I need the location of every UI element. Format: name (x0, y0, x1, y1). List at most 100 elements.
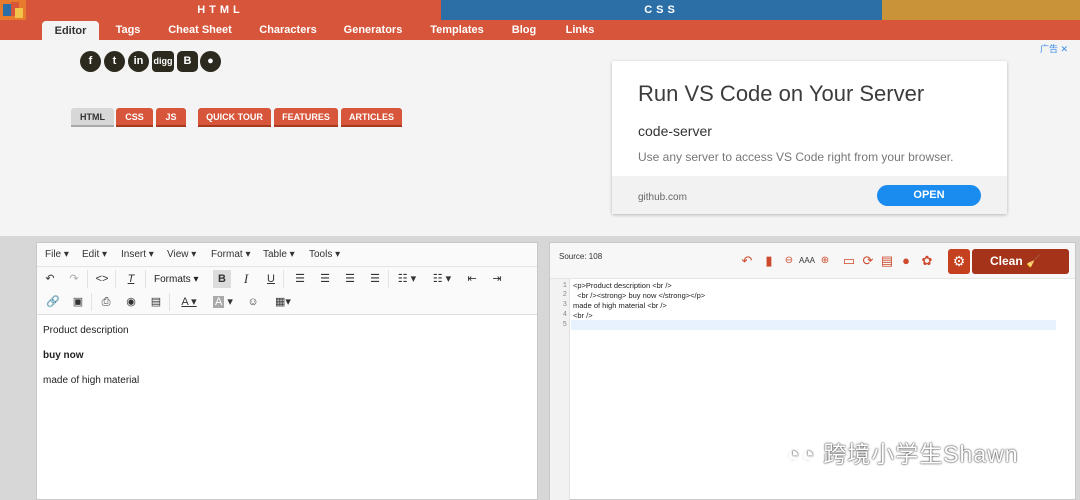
line-number: 1 (562, 282, 567, 290)
media-icon[interactable]: ▤ (147, 293, 165, 311)
code-line[interactable]: <br /> (573, 311, 593, 320)
menu-view[interactable]: View ▾ (167, 249, 196, 260)
outdent-icon[interactable]: ⇤ (463, 270, 481, 288)
print-icon[interactable]: ⎙ (97, 293, 115, 311)
compress-icon[interactable]: ▭ (842, 253, 856, 269)
align-right-icon[interactable]: ☰ (341, 270, 359, 288)
subtab-html[interactable]: HTML (71, 108, 114, 127)
line-number: 3 (562, 301, 567, 309)
subtab-features[interactable]: FEATURES (274, 108, 338, 127)
plus-icon[interactable]: ⊕ (818, 253, 832, 269)
divider (388, 270, 389, 288)
top-language-bar: HTML CSS (0, 0, 1080, 20)
ad-subtitle: code-server (638, 123, 712, 139)
clean-button[interactable]: Clean 🧹 (972, 249, 1069, 274)
redo-icon[interactable]: ↷ (65, 270, 83, 288)
ad-choices-label[interactable]: 广告 ✕ (1040, 42, 1068, 55)
divider (115, 270, 116, 288)
twitter-icon[interactable]: t (104, 51, 125, 72)
nav-characters[interactable]: Characters (254, 20, 322, 40)
new-document-icon[interactable]: ▮ (762, 253, 776, 269)
broom-icon: 🧹 (1026, 254, 1041, 268)
menu-format[interactable]: Format ▾ (211, 249, 250, 260)
nav-links[interactable]: Links (560, 20, 600, 40)
nav-cheat-sheet[interactable]: Cheat Sheet (162, 20, 238, 40)
bold-icon[interactable]: B (213, 270, 231, 288)
visual-editor-panel: File ▾ Edit ▾ Insert ▾ View ▾ Format ▾ T… (36, 242, 538, 500)
table-icon[interactable]: ▦▾ (271, 293, 295, 311)
emoji-icon[interactable]: ☺ (244, 293, 262, 311)
preview-icon[interactable]: ◉ (122, 293, 140, 311)
sync-icon[interactable]: ⟳ (861, 253, 875, 269)
italic-icon[interactable]: I (237, 270, 255, 288)
watermark: ◔◔ 跨境小学生Shawn (786, 441, 1019, 467)
align-justify-icon[interactable]: ☰ (366, 270, 384, 288)
code-line[interactable]: <br /><strong> buy now </strong></p> (573, 291, 705, 300)
css-section-link[interactable]: CSS (441, 0, 882, 20)
subtab-articles[interactable]: ARTICLES (341, 108, 402, 127)
numbered-list-icon[interactable]: ☷ ▾ (429, 270, 455, 288)
content-paragraph[interactable]: made of high material (43, 375, 139, 386)
facebook-icon[interactable]: f (80, 51, 101, 72)
divider (169, 293, 170, 311)
content-paragraph[interactable]: Product description (43, 325, 139, 336)
nav-templates[interactable]: Templates (424, 20, 490, 40)
site-logo-icon[interactable] (0, 0, 26, 20)
subtab-quick-tour[interactable]: QUICK TOUR (198, 108, 271, 127)
subtab-css[interactable]: CSS (116, 108, 153, 127)
ad-open-button[interactable]: OPEN (877, 185, 981, 206)
code-icon[interactable]: <> (93, 270, 111, 288)
divider (145, 270, 146, 288)
content-bold-text[interactable]: buy now (43, 350, 139, 361)
undo-icon[interactable]: ↶ (41, 270, 59, 288)
align-left-icon[interactable]: ☰ (291, 270, 309, 288)
page: { "top_bar": {"html_label": "HTML", "css… (0, 0, 1080, 500)
minus-icon[interactable]: ⊖ (782, 253, 796, 269)
linkedin-icon[interactable]: in (128, 51, 149, 72)
editor-menubar: File ▾ Edit ▾ Insert ▾ View ▾ Format ▾ T… (37, 243, 537, 267)
editor-content[interactable]: Product description buy now made of high… (43, 325, 139, 400)
text-color-icon[interactable]: A ▾ (175, 293, 203, 311)
clear-format-icon[interactable]: T (122, 270, 140, 288)
nav-tags[interactable]: Tags (108, 20, 148, 40)
source-char-count: Source: 108 (559, 252, 603, 261)
underline-icon[interactable]: U (262, 270, 280, 288)
undo-icon[interactable]: ↶ (740, 253, 754, 269)
nav-blog[interactable]: Blog (506, 20, 542, 40)
code-line[interactable]: made of high material <br /> (573, 301, 667, 310)
menu-file[interactable]: File ▾ (45, 249, 69, 260)
html-section-link[interactable]: HTML (0, 0, 441, 20)
editor-toolbar: ↶ ↷ <> T Formats ▾ B I U ☰ ☰ ☰ ☰ ☷ ▾ ☷ ▾… (37, 267, 537, 315)
menu-edit[interactable]: Edit ▾ (82, 249, 107, 260)
main-nav: Editor Tags Cheat Sheet Characters Gener… (0, 20, 1080, 40)
divider (91, 293, 92, 311)
align-center-icon[interactable]: ☰ (316, 270, 334, 288)
bullet-list-icon[interactable]: ☷ ▾ (394, 270, 420, 288)
menu-insert[interactable]: Insert ▾ (121, 249, 154, 260)
indent-icon[interactable]: ⇥ (488, 270, 506, 288)
font-size-icon[interactable]: AAA (797, 253, 817, 269)
nav-editor[interactable]: Editor (42, 21, 99, 40)
background-color-icon[interactable]: A ▾ (209, 293, 237, 311)
formats-dropdown[interactable]: Formats ▾ (154, 274, 198, 285)
blogger-icon[interactable]: B (177, 51, 198, 72)
ad-title[interactable]: Run VS Code on Your Server (638, 81, 924, 107)
menu-table[interactable]: Table ▾ (263, 249, 295, 260)
settings-gear-icon[interactable]: ⚙ (948, 249, 970, 274)
image-icon[interactable]: ▣ (69, 293, 87, 311)
palette-icon[interactable]: ✿ (920, 253, 934, 269)
menu-tools[interactable]: Tools ▾ (309, 249, 340, 260)
copy-icon[interactable]: ▤ (880, 253, 894, 269)
divider (87, 270, 88, 288)
divider (283, 270, 284, 288)
nav-generators[interactable]: Generators (338, 20, 408, 40)
mouse-icon[interactable]: ● (899, 253, 913, 269)
source-toolbar: Source: 108 ↶ ▮ ⊖ AAA ⊕ ▭ ⟳ ▤ ● ✿ ⚙ Clea… (550, 243, 1075, 279)
ad-card[interactable]: Run VS Code on Your Server code-server U… (612, 61, 1007, 214)
digg-icon[interactable]: digg (152, 51, 174, 72)
link-icon[interactable]: 🔗 (44, 293, 62, 311)
reddit-icon[interactable]: ● (200, 51, 221, 72)
subtab-js[interactable]: JS (156, 108, 186, 127)
js-section-link[interactable] (882, 0, 1080, 20)
code-line[interactable]: <p>Product description <br /> (573, 281, 672, 290)
